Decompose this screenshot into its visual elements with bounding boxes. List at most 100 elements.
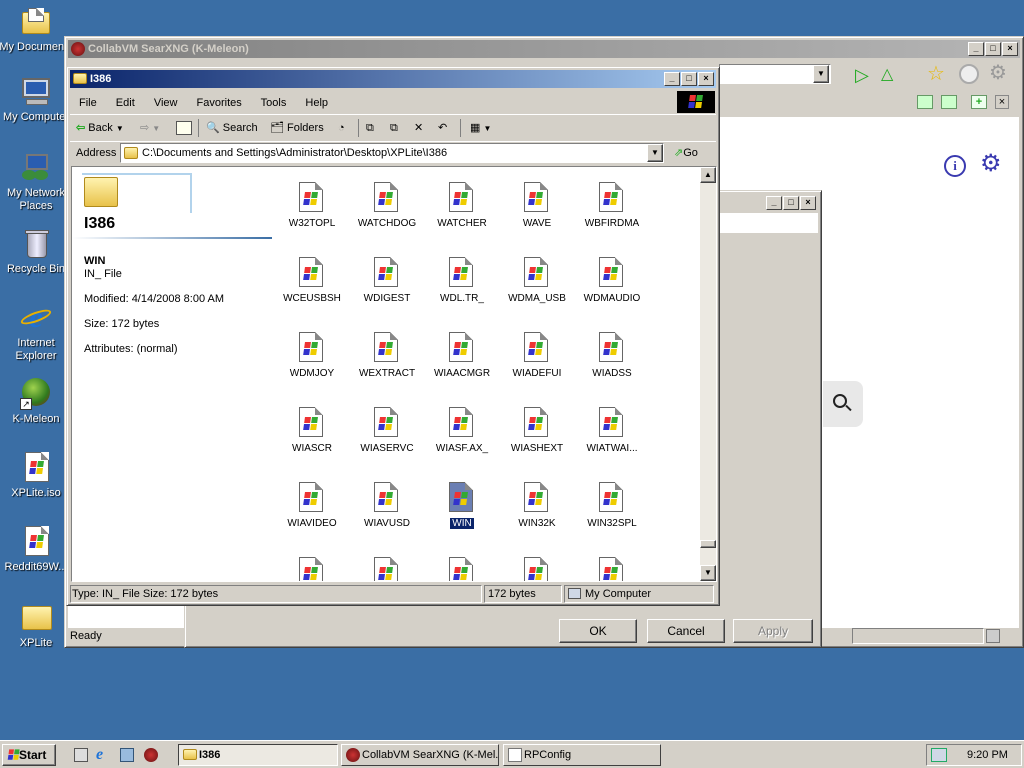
maximize-button[interactable]: □ (783, 196, 799, 210)
history-icon[interactable] (959, 64, 979, 84)
network-tray-icon[interactable] (931, 748, 947, 762)
menu-view[interactable]: View (154, 97, 178, 109)
show-desktop-icon[interactable] (74, 748, 88, 762)
file-name: WATCHDOG (357, 218, 417, 229)
file-name: WIADSS (592, 368, 632, 379)
info-icon[interactable]: i (944, 155, 966, 177)
lock-icon (986, 629, 1000, 643)
close-tab-icon[interactable]: × (995, 95, 1009, 109)
search-icon: 🔍 (206, 122, 220, 134)
outlook-icon[interactable] (120, 748, 134, 762)
undo-button[interactable]: ↶ (438, 119, 447, 137)
delete-button[interactable]: ✕ (414, 119, 423, 137)
menu-help[interactable]: Help (305, 97, 328, 109)
new-tab-icon[interactable]: + (971, 95, 987, 109)
status-size: 172 bytes (484, 585, 562, 603)
minimize-button[interactable]: _ (766, 196, 782, 210)
history-button[interactable]: ◔ (338, 119, 345, 137)
file-name: WDMJOY (289, 368, 335, 379)
ie-icon: e (19, 302, 53, 334)
start-button[interactable]: Start (2, 744, 56, 766)
scroll-thumb[interactable] (700, 540, 716, 548)
system-file-icon (599, 182, 623, 212)
file-grid: W32TOPL WATCHDOG WATCHER WAVE WBFIRDMA WCEUSB… (270, 167, 700, 581)
address-dropdown-button[interactable]: ▼ (647, 144, 663, 162)
file-name: WIN (450, 518, 474, 529)
kmeleon-icon[interactable] (144, 748, 158, 762)
copy-to-icon: ⧉ (390, 122, 398, 134)
go-button[interactable]: ⇗Go (674, 146, 698, 159)
file-name: WDIGEST (363, 293, 411, 304)
settings-gear-icon[interactable]: ⚙ (989, 62, 1007, 84)
desktop-icon-my-computer[interactable]: My Computer (0, 76, 74, 124)
up-folder-button[interactable] (176, 119, 192, 137)
sidebar-icon[interactable] (917, 95, 933, 109)
go-icon[interactable]: ▷ (855, 65, 869, 85)
history-icon: ◔ (338, 122, 345, 134)
system-file-icon (299, 557, 323, 581)
desktop-icon-ie[interactable]: e Internet Explorer (0, 302, 74, 363)
maximize-button[interactable]: □ (681, 72, 697, 86)
apply-button[interactable]: Apply (733, 619, 813, 643)
desktop-icon-label: XPLite (19, 637, 53, 649)
folder-icon (20, 602, 52, 634)
close-button[interactable]: × (1002, 42, 1018, 56)
copy-to-button[interactable]: ⧉ (390, 119, 398, 137)
desktop-icon-kmeleon[interactable]: ↗ K-Meleon (0, 378, 74, 426)
preferences-gear-icon[interactable]: ⚙ (980, 151, 1002, 177)
minimize-button[interactable]: _ (664, 72, 680, 86)
ok-button[interactable]: OK (559, 619, 637, 643)
system-file-icon (449, 557, 473, 581)
status-type: Type: IN_ File Size: 172 bytes (70, 585, 482, 603)
search-button[interactable] (823, 381, 863, 427)
desktop-icon-xplite[interactable]: XPLite (0, 602, 74, 650)
panel-modified: Modified: 4/14/2008 8:00 AM (84, 293, 225, 305)
home-up-icon[interactable]: △ (881, 65, 893, 85)
move-to-button[interactable]: ⧉ (366, 119, 374, 137)
task-i386[interactable]: I386 (178, 744, 338, 766)
url-dropdown-button[interactable]: ▼ (813, 65, 829, 83)
system-file-icon (599, 407, 623, 437)
folders-button[interactable]: 🗂 Folders (270, 119, 324, 137)
scroll-up-button[interactable]: ▲ (700, 167, 716, 183)
address-bar: Address C:\Documents and Settings\Admini… (70, 142, 716, 166)
scroll-down-button[interactable]: ▼ (700, 565, 716, 581)
desktop-icon-my-documents[interactable]: My Documents (0, 6, 74, 54)
back-button[interactable]: ⇦ Back ▼ (76, 119, 124, 137)
close-button[interactable]: × (698, 72, 714, 86)
forward-button[interactable]: ⇨ ▼ (140, 119, 160, 137)
file-name: WIAACMGR (433, 368, 491, 379)
bookmark-star-icon[interactable]: ☆ (927, 63, 945, 85)
clock[interactable]: 9:20 PM (967, 749, 1008, 761)
minimize-button[interactable]: _ (968, 42, 984, 56)
task-rpconfig[interactable]: RPConfig (503, 744, 661, 766)
undo-icon: ↶ (438, 122, 448, 134)
menu-tools[interactable]: Tools (261, 97, 287, 109)
status-zone-label: My Computer (585, 588, 652, 600)
desktop-icon-xplite-iso[interactable]: XPLite.iso (0, 452, 74, 500)
address-field[interactable]: C:\Documents and Settings\Administrator\… (120, 143, 664, 163)
desktop-icon-reddit[interactable]: Reddit69W... (0, 526, 74, 574)
folder-icon (124, 147, 138, 159)
layout-icon[interactable] (941, 95, 957, 109)
task-browser[interactable]: CollabVM SearXNG (K-Mel... (341, 744, 499, 766)
task-label: CollabVM SearXNG (K-Mel... (362, 749, 499, 761)
system-file-icon (524, 557, 548, 581)
explorer-statusbar: Type: IN_ File Size: 172 bytes 172 bytes… (70, 585, 716, 603)
cancel-button[interactable]: Cancel (647, 619, 725, 643)
desktop-icon-recycle-bin[interactable]: Recycle Bin (0, 228, 74, 276)
menu-file[interactable]: File (79, 97, 97, 109)
ie-icon[interactable]: e (96, 746, 112, 763)
start-label: Start (19, 748, 47, 762)
system-file-icon (299, 407, 323, 437)
search-button[interactable]: 🔍 Search (206, 119, 258, 137)
vertical-scrollbar[interactable]: ▲ ▼ (700, 167, 716, 581)
folder-documents-icon (20, 6, 52, 38)
menu-edit[interactable]: Edit (116, 97, 135, 109)
desktop-icon-label: Reddit69W... (4, 561, 68, 573)
close-button[interactable]: × (800, 196, 816, 210)
maximize-button[interactable]: □ (985, 42, 1001, 56)
desktop-icon-network[interactable]: My Network Places (0, 152, 74, 213)
menu-favorites[interactable]: Favorites (197, 97, 242, 109)
views-button[interactable]: ▦ ▼ (470, 119, 491, 137)
